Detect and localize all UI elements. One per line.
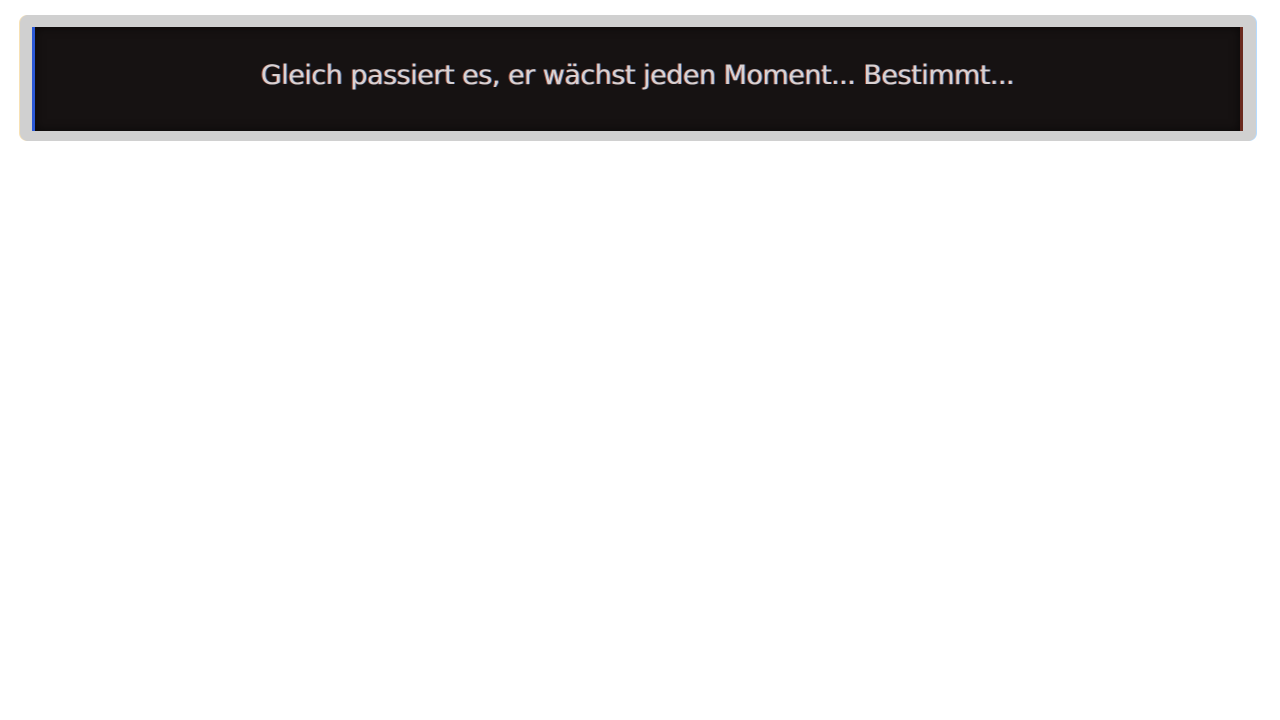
dialog-text-panel: Gleich passiert es, er wächst jeden Mome… [32,27,1243,131]
dialog-box[interactable]: Gleich passiert es, er wächst jeden Mome… [20,15,1256,141]
dialog-text: Gleich passiert es, er wächst jeden Mome… [260,60,1015,91]
